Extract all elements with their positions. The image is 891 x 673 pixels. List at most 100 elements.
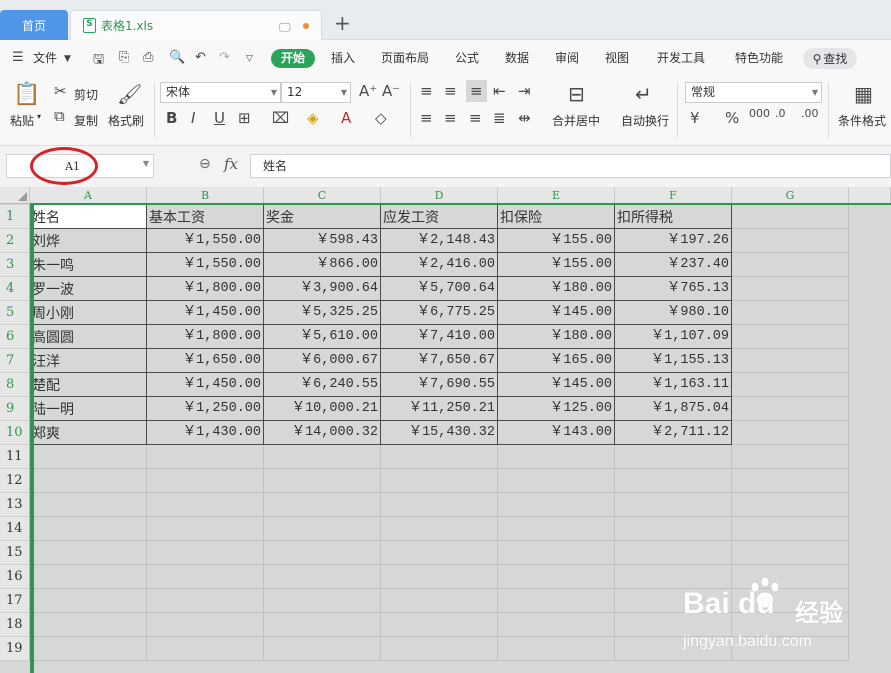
table-cell[interactable]: [732, 301, 849, 325]
table-cell[interactable]: 周小刚: [30, 301, 147, 325]
font-name-select[interactable]: 宋体 ▼: [160, 82, 281, 103]
active-cell[interactable]: 姓名: [30, 205, 147, 229]
table-cell[interactable]: ￥15,430.32: [381, 421, 498, 445]
table-cell[interactable]: [732, 349, 849, 373]
table-cell[interactable]: 郑爽: [30, 421, 147, 445]
table-cell[interactable]: [30, 589, 147, 613]
row-header[interactable]: 18: [0, 613, 30, 637]
scissors-icon[interactable]: ✂: [54, 82, 67, 100]
menu-file[interactable]: 文件: [33, 40, 57, 76]
print-preview-icon[interactable]: 🔍: [169, 50, 185, 65]
table-cell[interactable]: [732, 205, 849, 229]
fill-color-icon[interactable]: ◈: [307, 109, 319, 127]
table-cell[interactable]: [732, 445, 849, 469]
table-cell[interactable]: [615, 541, 732, 565]
row-header[interactable]: 19: [0, 637, 30, 661]
menu-features[interactable]: 特色功能: [735, 40, 783, 76]
table-cell[interactable]: [498, 541, 615, 565]
table-cell[interactable]: [498, 613, 615, 637]
table-cell[interactable]: 汪洋: [30, 349, 147, 373]
clear-format-icon[interactable]: ⌧: [272, 109, 289, 127]
table-cell[interactable]: ￥7,690.55: [381, 373, 498, 397]
font-size-select[interactable]: 12 ▼: [281, 82, 351, 103]
table-cell[interactable]: [30, 517, 147, 541]
menu-start[interactable]: 开始: [271, 49, 315, 68]
table-cell[interactable]: ￥145.00: [498, 301, 615, 325]
table-cell[interactable]: [30, 565, 147, 589]
table-cell[interactable]: [498, 469, 615, 493]
row-header[interactable]: 10: [0, 421, 30, 445]
table-cell[interactable]: [381, 565, 498, 589]
menu-insert[interactable]: 插入: [331, 40, 355, 76]
row-header[interactable]: 14: [0, 517, 30, 541]
table-cell[interactable]: [30, 445, 147, 469]
table-cell[interactable]: 扣保险: [498, 205, 615, 229]
bold-icon[interactable]: B: [166, 109, 177, 127]
table-cell[interactable]: 基本工资: [147, 205, 264, 229]
table-cell[interactable]: 奖金: [264, 205, 381, 229]
table-cell[interactable]: ￥765.13: [615, 277, 732, 301]
column-header[interactable]: F: [615, 187, 732, 204]
menu-developer[interactable]: 开发工具: [657, 40, 705, 76]
table-cell[interactable]: [264, 613, 381, 637]
table-cell[interactable]: 刘烨: [30, 229, 147, 253]
table-cell[interactable]: [381, 541, 498, 565]
table-cell[interactable]: ￥165.00: [498, 349, 615, 373]
table-cell[interactable]: ￥7,410.00: [381, 325, 498, 349]
table-cell[interactable]: ￥2,711.12: [615, 421, 732, 445]
indent-icon[interactable]: ⇥: [518, 82, 531, 100]
table-cell[interactable]: 陆一明: [30, 397, 147, 421]
menu-page-layout[interactable]: 页面布局: [381, 40, 429, 76]
column-header[interactable]: D: [381, 187, 498, 204]
table-cell[interactable]: [498, 637, 615, 661]
customize-chevron-icon[interactable]: ▽: [246, 54, 253, 64]
table-cell[interactable]: ￥1,163.11: [615, 373, 732, 397]
table-cell[interactable]: [732, 421, 849, 445]
table-cell[interactable]: [732, 469, 849, 493]
table-cell[interactable]: [264, 637, 381, 661]
align-bottom-icon[interactable]: ≡: [466, 80, 487, 102]
row-header[interactable]: 5: [0, 301, 30, 325]
percent-icon[interactable]: %: [725, 109, 739, 127]
column-header[interactable]: E: [498, 187, 615, 204]
table-cell[interactable]: [147, 541, 264, 565]
table-cell[interactable]: [381, 637, 498, 661]
table-cell[interactable]: ￥1,550.00: [147, 229, 264, 253]
chevron-down-icon[interactable]: ▼: [64, 54, 71, 64]
row-header[interactable]: 7: [0, 349, 30, 373]
table-cell[interactable]: ￥1,155.13: [615, 349, 732, 373]
table-cell[interactable]: ￥7,650.67: [381, 349, 498, 373]
table-cell[interactable]: ￥155.00: [498, 253, 615, 277]
align-right-icon[interactable]: ≡: [469, 109, 482, 127]
table-cell[interactable]: ￥14,000.32: [264, 421, 381, 445]
copy-button[interactable]: 复制: [74, 112, 98, 129]
table-cell[interactable]: [264, 541, 381, 565]
table-cell[interactable]: ￥5,325.25: [264, 301, 381, 325]
table-cell[interactable]: ￥143.00: [498, 421, 615, 445]
table-cell[interactable]: ￥1,875.04: [615, 397, 732, 421]
table-cell[interactable]: [498, 565, 615, 589]
undo-icon[interactable]: ↶: [195, 50, 206, 65]
table-cell[interactable]: [615, 469, 732, 493]
table-cell[interactable]: [30, 493, 147, 517]
table-cell[interactable]: [264, 589, 381, 613]
table-cell[interactable]: ￥10,000.21: [264, 397, 381, 421]
justify-icon[interactable]: ≣: [493, 109, 506, 127]
table-cell[interactable]: [147, 565, 264, 589]
align-top-icon[interactable]: ≡: [420, 82, 433, 100]
new-tab-button[interactable]: +: [334, 11, 351, 35]
column-header[interactable]: C: [264, 187, 381, 204]
border-icon[interactable]: ⊞: [238, 109, 251, 127]
table-cell[interactable]: [30, 637, 147, 661]
table-cell[interactable]: [147, 469, 264, 493]
row-header[interactable]: 16: [0, 565, 30, 589]
table-cell[interactable]: ￥197.26: [615, 229, 732, 253]
number-format-select[interactable]: 常规 ▼: [685, 82, 822, 103]
table-cell[interactable]: [732, 229, 849, 253]
font-color-icon[interactable]: A: [341, 109, 351, 127]
menu-review[interactable]: 审阅: [555, 40, 579, 76]
table-cell[interactable]: [732, 373, 849, 397]
table-cell[interactable]: ￥1,800.00: [147, 325, 264, 349]
table-cell[interactable]: [732, 493, 849, 517]
row-header[interactable]: 3: [0, 253, 30, 277]
